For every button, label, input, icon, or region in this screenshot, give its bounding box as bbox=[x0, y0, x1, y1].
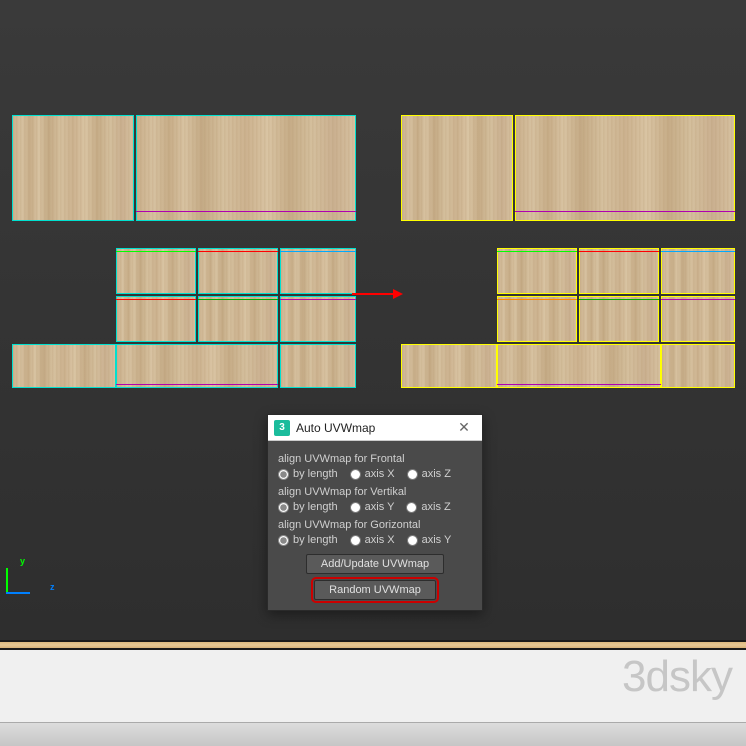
panel-before-mid-3 bbox=[280, 248, 356, 294]
add-update-uvwmap-button[interactable]: Add/Update UVWmap bbox=[306, 554, 444, 574]
random-uvwmap-button[interactable]: Random UVWmap bbox=[314, 580, 436, 600]
axis-z-label: z bbox=[50, 582, 55, 592]
radio-label: axis Y bbox=[422, 534, 452, 546]
dialog-title: Auto UVWmap bbox=[296, 421, 452, 435]
radio-label: axis Z bbox=[421, 501, 450, 513]
radio-label: axis X bbox=[365, 468, 395, 480]
radio-vertikal-axisy[interactable]: axis Y bbox=[350, 501, 395, 513]
radio-row-vertikal: by length axis Y axis Z bbox=[278, 501, 472, 513]
panel-after-bottom-left bbox=[401, 344, 497, 388]
panel-after-mid-3 bbox=[661, 248, 735, 294]
radio-label: axis X bbox=[365, 534, 395, 546]
panel-after-mid-4 bbox=[497, 296, 577, 342]
status-strip bbox=[0, 640, 746, 650]
radio-frontal-axisz[interactable]: axis Z bbox=[407, 468, 451, 480]
panel-before-top-left bbox=[12, 115, 134, 221]
panel-after-top-left bbox=[401, 115, 513, 221]
panel-before-mid-6 bbox=[280, 296, 356, 342]
arrow-icon bbox=[352, 293, 400, 295]
app-icon: 3 bbox=[274, 420, 290, 436]
panel-before-mid-5 bbox=[198, 296, 278, 342]
group-label-vertikal: align UVWmap for Vertikal bbox=[278, 486, 472, 498]
bottom-bar bbox=[0, 722, 746, 746]
panel-before-mid-4 bbox=[116, 296, 196, 342]
axis-y-label: y bbox=[20, 556, 25, 566]
radio-vertikal-bylength[interactable]: by length bbox=[278, 501, 338, 513]
panel-after-mid-5 bbox=[579, 296, 659, 342]
panel-before-mid-1 bbox=[116, 248, 196, 294]
radio-gorizontal-axisy[interactable]: axis Y bbox=[407, 534, 452, 546]
dialog-auto-uvwmap: 3 Auto UVWmap ✕ align UVWmap for Frontal… bbox=[267, 414, 483, 611]
radio-label: by length bbox=[293, 501, 338, 513]
radio-row-gorizontal: by length axis X axis Y bbox=[278, 534, 472, 546]
radio-frontal-axisx[interactable]: axis X bbox=[350, 468, 395, 480]
panel-after-mid-6 bbox=[661, 296, 735, 342]
radio-vertikal-axisz[interactable]: axis Z bbox=[406, 501, 450, 513]
panel-before-mid-2 bbox=[198, 248, 278, 294]
radio-label: axis Z bbox=[422, 468, 451, 480]
axis-gizmo: y z bbox=[6, 568, 46, 608]
radio-gorizontal-axisx[interactable]: axis X bbox=[350, 534, 395, 546]
radio-frontal-bylength[interactable]: by length bbox=[278, 468, 338, 480]
radio-label: by length bbox=[293, 468, 338, 480]
radio-row-frontal: by length axis X axis Z bbox=[278, 468, 472, 480]
radio-gorizontal-bylength[interactable]: by length bbox=[278, 534, 338, 546]
panel-after-mid-2 bbox=[579, 248, 659, 294]
footer-area bbox=[0, 650, 746, 746]
panel-before-bottom-left bbox=[12, 344, 116, 388]
panel-after-bottom-right bbox=[661, 344, 735, 388]
radio-label: axis Y bbox=[365, 501, 395, 513]
panel-before-bottom-right bbox=[280, 344, 356, 388]
panel-after-mid-1 bbox=[497, 248, 577, 294]
viewport-3d[interactable]: y z 3 Auto UVWmap ✕ align UVWmap for Fro… bbox=[0, 0, 746, 640]
close-icon[interactable]: ✕ bbox=[452, 418, 476, 438]
group-label-gorizontal: align UVWmap for Gorizontal bbox=[278, 519, 472, 531]
panel-after-bottom-mid bbox=[497, 344, 661, 388]
panel-before-top-right bbox=[136, 115, 356, 221]
panel-before-bottom-mid bbox=[116, 344, 278, 388]
dialog-body: align UVWmap for Frontal by length axis … bbox=[268, 441, 482, 610]
panel-after-top-right bbox=[515, 115, 735, 221]
dialog-titlebar[interactable]: 3 Auto UVWmap ✕ bbox=[268, 415, 482, 441]
group-label-frontal: align UVWmap for Frontal bbox=[278, 453, 472, 465]
radio-label: by length bbox=[293, 534, 338, 546]
